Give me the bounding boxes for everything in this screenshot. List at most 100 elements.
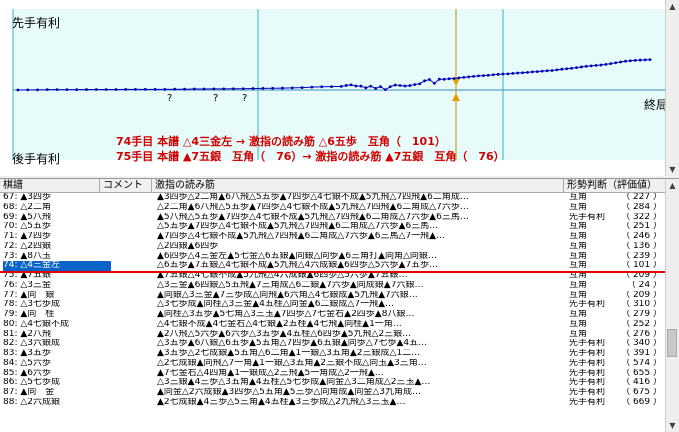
eval-point	[65, 88, 69, 92]
table-row[interactable]: 82: △3六銀成 △3五歩▲6八銀△6五歩▲5五角△7四歩▲6五銀▲同歩△7七歩…	[0, 339, 666, 349]
table-row[interactable]: 85: ▲6六歩 ▲7七金右△4四角▲1一銀成△2三飛▲5一角成△2一飛▲… 先手有…	[0, 369, 666, 379]
score-value: 251	[632, 222, 651, 232]
table-row[interactable]: 84: △5六歩 △2七成銀▲同飛△7一角▲1一銀△3五角▲2三銀不成△同玉▲3三…	[0, 359, 666, 369]
table-row[interactable]: 67: ▲3四歩 ▲3四歩△2二角▲6八飛△5五歩▲7四歩△4七銀不成▲5九飛△7…	[0, 193, 666, 203]
eval-point	[344, 84, 348, 87]
score-paren-open: （	[621, 310, 633, 319]
eval-point	[271, 86, 275, 90]
eval-point	[462, 75, 466, 79]
score-cell: （ 340 ）	[620, 339, 662, 349]
pv-cell: △6五歩▲7五銀△4七銀不成▲5九飛△4六成銀▲6四歩△5六歩▲7五歩…	[157, 261, 439, 271]
table-row[interactable]: 76: △3三金 △3三金▲6四銀△5五飛▲7三角成△6二銀▲7六歩▲同成銀▲7六…	[0, 281, 666, 291]
eval-point	[570, 66, 573, 70]
score-paren-close: ）	[650, 397, 662, 407]
table-scroll-up-button[interactable]: ▲	[666, 179, 679, 192]
score-cell: （ 101 ）	[620, 261, 662, 271]
eval-point	[648, 58, 652, 61]
score-paren-open: （	[621, 300, 633, 310]
eval-point	[75, 88, 79, 92]
eval-point	[241, 87, 245, 91]
header-judge[interactable]: 形勢判断（評価値）	[564, 179, 666, 192]
eval-point	[183, 87, 186, 91]
score-cell: （ 322 ）	[620, 213, 662, 223]
graph-scrollbar[interactable]: ▲ ▼	[665, 0, 679, 176]
eval-point	[403, 84, 407, 88]
eval-point	[104, 88, 108, 91]
eval-point	[134, 87, 137, 91]
judge-cell: 互角	[569, 319, 588, 329]
table-row[interactable]: 71: ▲7四歩 ▲7四歩△4七銀不成▲5九飛△7四飛▲6二角成△7六歩▲6三馬△…	[0, 232, 666, 242]
eval-point	[408, 84, 412, 87]
evaluation-graph-pane[interactable]: 先手有利 後手有利 終局 ? ? ? 74手目 本譜 △4三金左 → 激指の読み…	[0, 0, 679, 176]
table-scroll-thumb[interactable]	[667, 329, 677, 357]
header-comment[interactable]: コメント	[100, 179, 152, 192]
eval-point	[261, 87, 265, 90]
score-paren-open: （	[621, 388, 633, 397]
eval-point	[501, 72, 505, 76]
kifu-table[interactable]: 棋譜 コメント 激指の読み筋 形勢判断（評価値） 67: ▲3四歩 ▲3四歩△2二…	[0, 178, 679, 432]
table-row[interactable]: 68: △2二角 △2二角▲6八飛△5五歩▲7四歩△4七銀不成▲5九飛△7四飛▲6…	[0, 203, 666, 213]
judge-cell: 互角	[569, 193, 588, 202]
judge-cell: 互角	[569, 329, 588, 339]
eval-point	[423, 79, 426, 83]
move-cell: 77: ▲同 銀	[3, 290, 55, 300]
score-paren-close: ）	[650, 261, 662, 271]
score-value: 655	[632, 368, 651, 378]
table-row[interactable]: 83: ▲3五歩 ▲3五歩△2七成銀▲5五角△6二角▲1一銀△3五角▲2三銀成△1…	[0, 349, 666, 359]
table-row[interactable]: 88: △2六成銀 ▲2七成銀▲4三歩△5三角▲4五桂▲3三歩成△2九飛△3三玉▲…	[0, 398, 666, 408]
score-value: 136	[632, 241, 651, 251]
table-row[interactable]: 69: ▲5八飛 ▲5八飛△5五歩▲7四歩△4七銀不成▲5九飛△7四飛▲6二角成△…	[0, 213, 666, 223]
eval-point	[418, 82, 422, 86]
table-row[interactable]: 77: ▲同 銀 ▲同銀△3三金▲7三歩成△同飛▲6六角△4七銀成▲5九飛▲7六銀…	[0, 291, 666, 301]
score-paren-close: ）	[650, 280, 662, 290]
table-row[interactable]: 80: △4七銀不成 △4七銀不成▲4七金右△4七銀▲2五桂▲4七飛▲同桂▲1一角…	[0, 320, 666, 330]
table-row[interactable]: 81: ▲2八飛 ▲2八飛△5六歩▲6六歩△3五歩▲4五桂△6四歩▲5九飛△2三銀…	[0, 330, 666, 340]
eval-point	[212, 87, 216, 91]
eval-point	[565, 67, 569, 71]
pv-cell: ▲同金△2六成銀▲3四歩△5五角▲5三歩△同角成▲同金△3九角成…	[157, 388, 422, 397]
table-row[interactable]: 79: ▲同 桂 ▲同桂△3五歩▲5七角△3三玉▲7四歩△7七金右▲2四歩▲8八銀…	[0, 310, 666, 320]
score-cell: （ 136 ）	[620, 242, 662, 252]
header-move[interactable]: 棋譜	[0, 179, 100, 192]
eval-point	[609, 62, 613, 65]
score-paren-open: （	[621, 202, 633, 212]
eval-point	[94, 88, 98, 91]
eval-point	[310, 85, 314, 89]
graph-scroll-down-button[interactable]: ▼	[666, 163, 679, 176]
pv-cell: ▲2七成銀▲4三歩△5三角▲4五桂▲3三歩成△2九飛△3三玉▲…	[157, 397, 406, 407]
table-scroll-down-button[interactable]: ▼	[666, 419, 679, 432]
eval-point	[594, 63, 598, 67]
eval-point	[437, 77, 441, 81]
header-pv[interactable]: 激指の読み筋	[152, 179, 564, 192]
eval-point	[36, 88, 39, 92]
eval-point	[202, 87, 206, 91]
table-scrollbar[interactable]: ▲ ▼	[665, 179, 679, 432]
table-row[interactable]: 72: △2四銀 △2四銀▲6四歩 互角 （ 136 ）	[0, 242, 666, 252]
score-paren-open: （	[621, 290, 633, 300]
score-paren-open: （	[621, 261, 633, 271]
score-value: 310	[632, 300, 651, 310]
pv-cell: △5五歩▲7四歩△4七銀不成▲5九飛△7四飛▲6二角成△7六歩▲6三馬…	[157, 222, 439, 232]
table-row[interactable]: 74: △4三金左 △6五歩▲7五銀△4七銀不成▲5九飛△4六成銀▲6四歩△5六歩…	[0, 261, 666, 271]
judge-cell: 先手有利	[569, 339, 606, 349]
eval-point	[516, 71, 520, 75]
move-cell: 84: △5六歩	[3, 358, 51, 368]
table-row[interactable]: 86: △5七歩成 △3三銀▲4三歩△3五角▲4五桂△5七歩成▲同金△3二角成△2…	[0, 378, 666, 388]
table-row[interactable]: 73: ▲8八玉 ▲6四歩△4三金左▲5七金△6五銀▲同銀△同歩▲6三角打▲同角△…	[0, 252, 666, 262]
score-cell: （ 574 ）	[620, 359, 662, 369]
score-value: 239	[632, 251, 651, 261]
score-value: 252	[632, 319, 651, 329]
score-paren-open: （	[621, 193, 633, 202]
judge-cell: 先手有利	[569, 300, 606, 310]
score-cell: （ 416 ）	[620, 378, 662, 388]
score-cell: （ 251 ）	[620, 222, 662, 232]
eval-point	[251, 87, 255, 90]
table-row[interactable]: 70: △5五歩 △5五歩▲7四歩△4七銀不成▲5九飛△7四飛▲6二角成△7六歩▲…	[0, 222, 666, 232]
score-cell: （ 246 ）	[620, 232, 662, 242]
table-row[interactable]: 87: ▲同 金 ▲同金△2六成銀▲3四歩△5五角▲5三歩△同角成▲同金△3九角成…	[0, 388, 666, 398]
table-row[interactable]: 78: △3七歩成 △3七歩成▲同桂△3三金▲4五桂△同金▲6二銀成△7一飛▲… 先…	[0, 300, 666, 310]
graph-scroll-up-button[interactable]: ▲	[666, 0, 679, 13]
eval-point	[124, 87, 128, 91]
score-value: 209	[632, 290, 651, 300]
score-paren-close: ）	[650, 251, 662, 261]
